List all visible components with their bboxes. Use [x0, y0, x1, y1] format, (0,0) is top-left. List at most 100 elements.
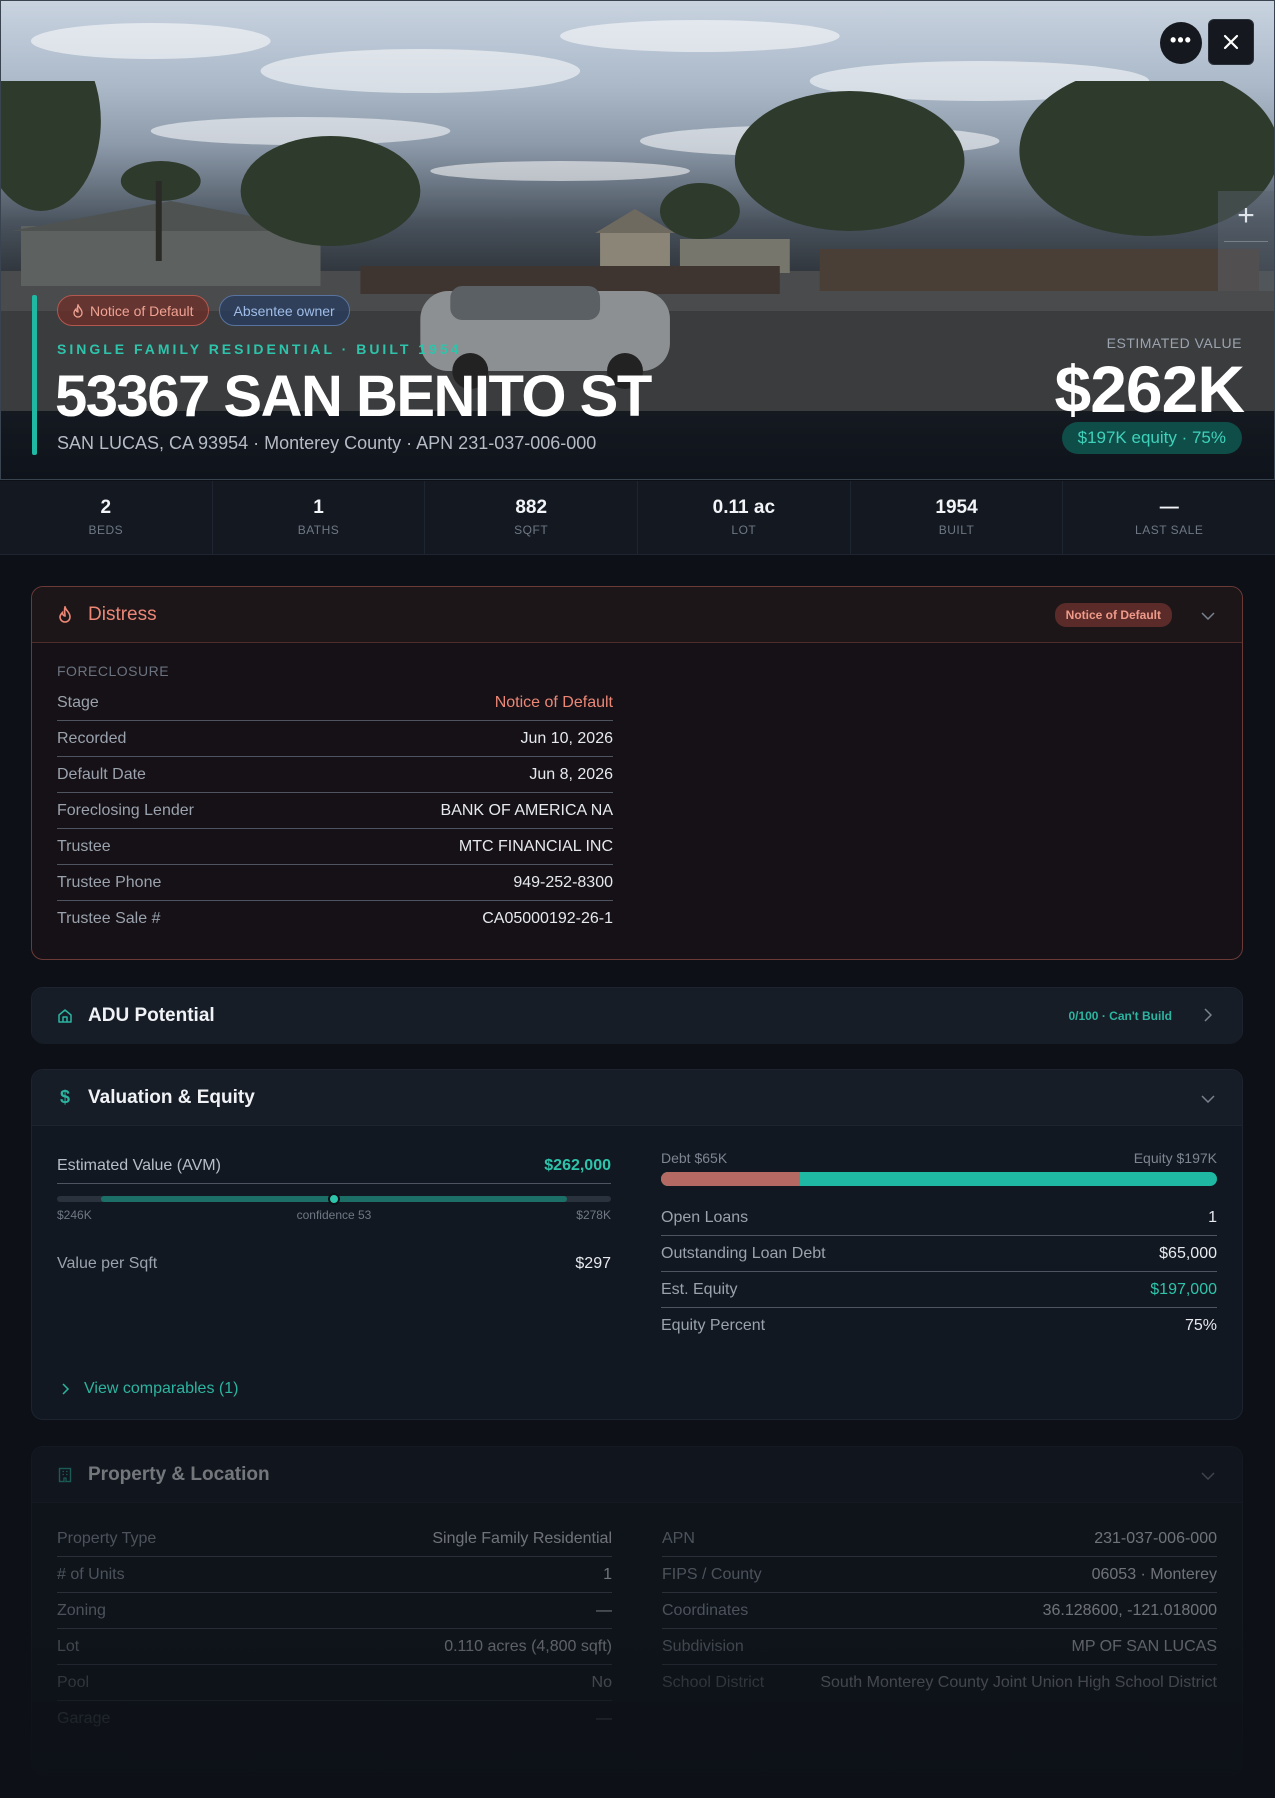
accent-bar	[32, 295, 37, 455]
street-view-photo: ••• + Notice of Default Absentee owner S…	[0, 0, 1275, 480]
adu-card[interactable]: ADU Potential 0/100 · Can't Build	[31, 987, 1243, 1044]
row-key: # of Units	[57, 1565, 125, 1583]
row-value: Notice of Default	[494, 693, 613, 711]
dollar-icon: $	[59, 1087, 70, 1107]
property-right-rows: APN 231-037-006-000 FIPS / County 06053 · …	[662, 1521, 1217, 1737]
row-key: Zoning	[57, 1601, 106, 1619]
chevron-down-icon[interactable]	[1198, 607, 1218, 623]
debt-equity-bar	[661, 1172, 1217, 1186]
row-key: Foreclosing Lender	[57, 801, 194, 819]
stat-label: BEDS	[88, 523, 124, 537]
avm-row: Estimated Value (AVM) $262,000	[57, 1148, 611, 1184]
valuation-header[interactable]: $ Valuation & Equity	[32, 1070, 1242, 1126]
row-key: Recorded	[57, 729, 127, 747]
confidence-label: confidence 53	[296, 1208, 372, 1222]
view-comparables-link[interactable]: View comparables (1)	[62, 1380, 238, 1398]
row-value: —	[596, 1710, 612, 1727]
stats-bar: 2 BEDS 1 BATHS 882 SQFT 0.11 ac LOT 1954 BUIL…	[0, 481, 1275, 555]
row-value: $297	[575, 1255, 611, 1272]
table-row: Recorded Jun 10, 2026	[57, 721, 613, 757]
stat-built: 1954 BUILT	[851, 481, 1064, 554]
row-key: Trustee Sale #	[57, 910, 161, 927]
stat-sqft: 882 SQFT	[425, 481, 639, 554]
stat-label: BUILT	[938, 523, 975, 537]
row-key: Subdivision	[662, 1637, 744, 1655]
zoom-in-button[interactable]: +	[1218, 199, 1274, 233]
row-value: Single Family Residential	[432, 1529, 612, 1547]
building-icon	[56, 1466, 74, 1484]
row-value: $262,000	[544, 1156, 611, 1174]
chevron-right-icon[interactable]	[1198, 1007, 1218, 1025]
row-value: CA05000192-26-1	[482, 910, 613, 927]
property-subtitle: SINGLE FAMILY RESIDENTIAL · BUILT 1954	[57, 341, 462, 357]
debt-label: Debt $65K	[661, 1150, 728, 1166]
estimated-value-label: ESTIMATED VALUE	[1106, 335, 1242, 351]
row-key: Property Type	[57, 1529, 157, 1547]
row-key: Default Date	[57, 765, 146, 783]
row-key: APN	[662, 1529, 695, 1547]
hero-tags: Notice of Default Absentee owner	[57, 295, 350, 326]
chevron-down-icon[interactable]	[1198, 1090, 1218, 1106]
row-key: Trustee	[57, 837, 111, 855]
link-label: View comparables (1)	[84, 1380, 239, 1397]
avm-marker	[328, 1193, 340, 1205]
row-value: MTC FINANCIAL INC	[458, 837, 613, 855]
row-key: Open Loans	[661, 1208, 749, 1226]
row-value: South Monterey County Joint Union High S…	[820, 1674, 1217, 1691]
stat-value: 0.11 ac	[712, 497, 776, 518]
stat-lot: 0.11 ac LOT	[638, 481, 851, 554]
per-sqft-row: Value per Sqft $297	[57, 1246, 611, 1282]
table-row: Est. Equity $197,000	[661, 1272, 1217, 1308]
row-value: 0.110 acres (4,800 sqft)	[444, 1637, 612, 1655]
table-row: APN 231-037-006-000	[662, 1521, 1217, 1557]
property-address: 53367 SAN BENITO ST	[55, 364, 652, 429]
more-options-button[interactable]: •••	[1160, 22, 1202, 64]
card-title: ADU Potential	[88, 1005, 215, 1026]
valuation-body: Estimated Value (AVM) $262,000 $246K con…	[32, 1126, 1242, 1344]
table-row: Zoning —	[57, 1593, 612, 1629]
row-value: 231-037-006-000	[1094, 1529, 1217, 1547]
valuation-card: $ Valuation & Equity Estimated Value (AV…	[31, 1069, 1243, 1420]
equity-pill: $197K equity · 75%	[1061, 422, 1242, 454]
row-value: Jun 10, 2026	[520, 729, 613, 747]
property-location-card: Property & Location Property Type Single …	[31, 1446, 1243, 1776]
row-value: Jun 8, 2026	[529, 765, 613, 783]
flame-icon	[56, 605, 74, 624]
notice-of-default-tag: Notice of Default	[57, 295, 209, 326]
zoom-control[interactable]: +	[1218, 191, 1274, 291]
close-button[interactable]	[1208, 19, 1254, 65]
table-row: Trustee Phone 949-252-8300	[57, 865, 613, 901]
row-value: 36.128600, -121.018000	[1042, 1601, 1217, 1619]
table-row: Default Date Jun 8, 2026	[57, 757, 613, 793]
chevron-down-icon[interactable]	[1198, 1467, 1218, 1483]
card-title: Distress	[88, 603, 157, 625]
close-icon	[1223, 34, 1239, 50]
debt-equity-labels: Debt $65K Equity $197K	[661, 1150, 1217, 1166]
row-value: 1	[1208, 1208, 1217, 1226]
row-value: MP OF SAN LUCAS	[1071, 1637, 1217, 1655]
adu-header[interactable]: ADU Potential 0/100 · Can't Build	[32, 988, 1242, 1044]
absentee-owner-tag: Absentee owner	[218, 295, 350, 326]
row-value: BANK OF AMERICA NA	[440, 801, 613, 819]
table-row: Lot 0.110 acres (4,800 sqft)	[57, 1629, 612, 1665]
row-key: FIPS / County	[662, 1565, 762, 1583]
distress-header[interactable]: Distress Notice of Default	[32, 587, 1242, 643]
property-header[interactable]: Property & Location	[32, 1447, 1242, 1503]
avm-range-track	[57, 1193, 611, 1205]
estimated-value: $262K	[1054, 352, 1245, 426]
section-label: FORECLOSURE	[57, 663, 170, 679]
table-row: Pool No	[57, 1665, 612, 1701]
foreclosure-rows: Stage Notice of Default Recorded Jun 10, 2…	[57, 685, 613, 937]
row-value: 75%	[1184, 1317, 1217, 1334]
table-row: Stage Notice of Default	[57, 685, 613, 721]
stat-label: SQFT	[514, 523, 549, 537]
table-row: Foreclosing Lender BANK OF AMERICA NA	[57, 793, 613, 829]
row-value: 949-252-8300	[513, 873, 613, 891]
row-value: —	[596, 1601, 612, 1619]
zoom-divider	[1224, 241, 1268, 242]
stat-value: 1954	[935, 497, 978, 518]
tag-label: Notice of Default	[90, 302, 194, 319]
row-key: Garage	[57, 1710, 111, 1727]
avm-range: $246K confidence 53 $278K	[57, 1193, 611, 1222]
tag-label: Absentee owner	[233, 302, 335, 319]
